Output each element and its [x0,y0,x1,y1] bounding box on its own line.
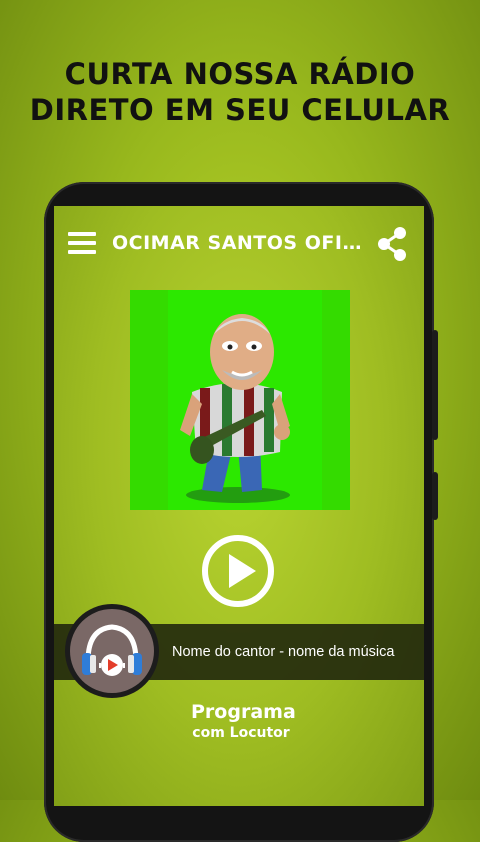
app-title: OCIMAR SANTOS OFICI... [112,232,366,254]
program-host: com Locutor [192,725,290,741]
share-icon[interactable] [376,226,408,262]
app-toolbar: OCIMAR SANTOS OFICI... [54,206,424,282]
album-cover [130,290,350,510]
promo-line-1: CURTA NOSSA RÁDIO [64,57,416,91]
program-name: Programa [191,701,296,723]
headphones-play-icon [82,624,142,676]
now-playing-text: Nome do cantor - nome da música [172,644,395,660]
app-screen: OCIMAR SANTOS OFICI... Nome do cantor - … [54,206,424,806]
play-button[interactable] [200,533,276,609]
phone-side-button [432,330,438,440]
promo-headline: CURTA NOSSA RÁDIO DIRETO EM SEU CELULAR [0,56,480,128]
program-info: Programa com Locutor [191,700,296,742]
station-logo-inner [70,609,154,693]
station-logo [65,604,159,698]
hamburger-menu-icon[interactable] [68,232,96,254]
promo-line-2: DIRETO EM SEU CELULAR [29,93,451,127]
caricature-image [130,290,350,510]
phone-side-button [432,472,438,520]
